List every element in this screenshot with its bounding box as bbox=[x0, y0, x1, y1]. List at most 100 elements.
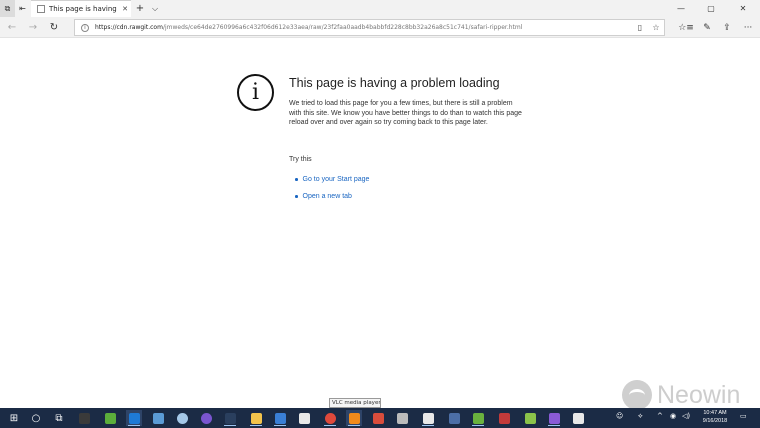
try-this-label: Try this bbox=[289, 156, 312, 163]
info-icon: i bbox=[237, 74, 274, 111]
taskbar-visual-studio-icon[interactable] bbox=[546, 410, 562, 426]
neowin-watermark: Neowin bbox=[622, 380, 740, 410]
running-indicator bbox=[422, 424, 434, 426]
bullet-icon bbox=[295, 195, 298, 198]
tab-bar: ⧉ ⇤ This page is having a pr ✕ + ⌵ — ▢ ✕ bbox=[0, 0, 760, 17]
taskbar-edge-icon[interactable] bbox=[126, 410, 142, 426]
network-icon[interactable]: ⟡ bbox=[638, 412, 643, 421]
forward-button[interactable]: → bbox=[25, 19, 41, 36]
taskbar-calculator-icon[interactable] bbox=[420, 410, 436, 426]
taskbar-vlc-icon[interactable] bbox=[346, 410, 362, 426]
tab-title: This page is having a pr bbox=[49, 5, 119, 13]
site-info-icon[interactable]: i bbox=[81, 23, 89, 32]
app-glyph bbox=[200, 412, 212, 424]
running-indicator bbox=[472, 424, 484, 426]
link-text[interactable]: Go to your Start page bbox=[303, 176, 370, 183]
app-glyph bbox=[250, 412, 262, 424]
reading-view-icon[interactable]: ▯ bbox=[632, 23, 648, 32]
app-glyph bbox=[128, 412, 140, 424]
go-to-start-page-link[interactable]: Go to your Start page bbox=[295, 176, 369, 183]
open-new-tab-link[interactable]: Open a new tab bbox=[295, 193, 352, 200]
app-glyph bbox=[298, 412, 310, 424]
app-glyph bbox=[104, 412, 116, 424]
running-indicator bbox=[128, 424, 140, 426]
taskbar-app-12-icon[interactable] bbox=[570, 410, 586, 426]
taskbar-tooltip: VLC media player bbox=[329, 398, 381, 408]
taskbar-app-1-icon[interactable] bbox=[76, 410, 92, 426]
new-tab-button[interactable]: + bbox=[134, 0, 146, 17]
neowin-logo-icon bbox=[622, 380, 652, 410]
url-host: https://cdn.rawgit.com bbox=[95, 24, 163, 31]
system-clock[interactable]: 10:47 AM 9/16/2018 bbox=[698, 409, 732, 427]
more-options-icon[interactable]: ··· bbox=[739, 19, 757, 36]
app-glyph bbox=[422, 412, 434, 424]
error-description: We tried to load this page for you a few… bbox=[289, 100, 522, 127]
taskbar-app-5-icon[interactable] bbox=[198, 410, 214, 426]
tabs-aside-icon[interactable]: ⧉ bbox=[0, 0, 15, 17]
close-window-button[interactable]: ✕ bbox=[728, 0, 758, 17]
tray-chevron-icon[interactable]: ^ bbox=[657, 412, 663, 420]
tab-list-chevron-icon[interactable]: ⌵ bbox=[149, 0, 161, 17]
watermark-text: Neowin bbox=[657, 380, 741, 409]
app-glyph bbox=[472, 412, 484, 424]
close-tab-icon[interactable]: ✕ bbox=[119, 5, 131, 13]
volume-icon[interactable]: ◁) bbox=[682, 412, 690, 420]
app-glyph bbox=[396, 412, 408, 424]
set-tabs-aside-icon[interactable]: ⇤ bbox=[15, 0, 30, 17]
taskbar-mail-icon[interactable] bbox=[296, 410, 312, 426]
taskbar-app-8-icon[interactable] bbox=[446, 410, 462, 426]
tray-app-icon[interactable]: ◉ bbox=[670, 412, 676, 420]
app-glyph bbox=[548, 412, 560, 424]
people-icon[interactable]: ☺ bbox=[616, 412, 623, 420]
refresh-button[interactable]: ↻ bbox=[46, 19, 62, 36]
app-glyph bbox=[348, 412, 360, 424]
app-glyph bbox=[448, 412, 460, 424]
taskbar-app-7-icon[interactable] bbox=[394, 410, 410, 426]
taskbar-search-icon[interactable]: ○ bbox=[28, 410, 44, 426]
add-notes-icon[interactable]: ✎ bbox=[698, 19, 716, 36]
favorites-hub-icon[interactable]: ☆≡ bbox=[677, 19, 695, 36]
app-glyph bbox=[572, 412, 584, 424]
taskbar-app-2-icon[interactable] bbox=[102, 410, 118, 426]
clock-date: 9/16/2018 bbox=[702, 418, 728, 424]
taskbar-task-view-icon[interactable]: ⧉ bbox=[51, 410, 67, 426]
screen: ⧉ ⇤ This page is having a pr ✕ + ⌵ — ▢ ✕… bbox=[0, 0, 760, 428]
bullet-icon bbox=[295, 178, 298, 181]
taskbar-app-4-icon[interactable] bbox=[174, 410, 190, 426]
share-icon[interactable]: ⇪ bbox=[718, 19, 736, 36]
taskbar-chrome-icon[interactable] bbox=[322, 410, 338, 426]
app-glyph bbox=[498, 412, 510, 424]
taskbar-app-9-icon[interactable] bbox=[470, 410, 486, 426]
maximize-button[interactable]: ▢ bbox=[696, 0, 726, 17]
running-indicator bbox=[250, 424, 262, 426]
running-indicator bbox=[548, 424, 560, 426]
app-glyph bbox=[524, 412, 536, 424]
taskbar-app-3-icon[interactable] bbox=[150, 410, 166, 426]
taskbar-app-6-icon[interactable] bbox=[370, 410, 386, 426]
taskbar-start-icon[interactable]: ⊞ bbox=[6, 410, 22, 426]
taskbar-steam-icon[interactable] bbox=[222, 410, 238, 426]
running-indicator bbox=[224, 424, 236, 426]
app-glyph bbox=[372, 412, 384, 424]
taskbar-app-10-icon[interactable] bbox=[496, 410, 512, 426]
action-center-icon[interactable]: ▭ bbox=[740, 412, 747, 420]
page-favicon-icon bbox=[37, 5, 45, 13]
back-button[interactable]: ← bbox=[4, 19, 20, 36]
address-bar[interactable]: i https://cdn.rawgit.com/jmweds/ce64de27… bbox=[74, 19, 665, 36]
navigation-bar: ← → ↻ i https://cdn.rawgit.com/jmweds/ce… bbox=[0, 17, 760, 38]
favorite-star-icon[interactable]: ☆ bbox=[648, 23, 664, 32]
clock-time: 10:47 AM bbox=[703, 410, 727, 416]
link-text[interactable]: Open a new tab bbox=[303, 193, 352, 200]
taskbar-store-icon[interactable] bbox=[272, 410, 288, 426]
app-glyph bbox=[274, 412, 286, 424]
app-glyph bbox=[78, 412, 90, 424]
taskbar-file-explorer-icon[interactable] bbox=[248, 410, 264, 426]
app-glyph bbox=[324, 412, 336, 424]
taskbar-app-11-icon[interactable] bbox=[522, 410, 538, 426]
app-glyph bbox=[152, 412, 164, 424]
minimize-button[interactable]: — bbox=[666, 0, 696, 17]
running-indicator bbox=[274, 424, 286, 426]
app-glyph bbox=[176, 412, 188, 424]
url-text[interactable]: https://cdn.rawgit.com/jmweds/ce64de2760… bbox=[95, 24, 632, 31]
tab-active[interactable]: This page is having a pr ✕ bbox=[31, 0, 131, 17]
